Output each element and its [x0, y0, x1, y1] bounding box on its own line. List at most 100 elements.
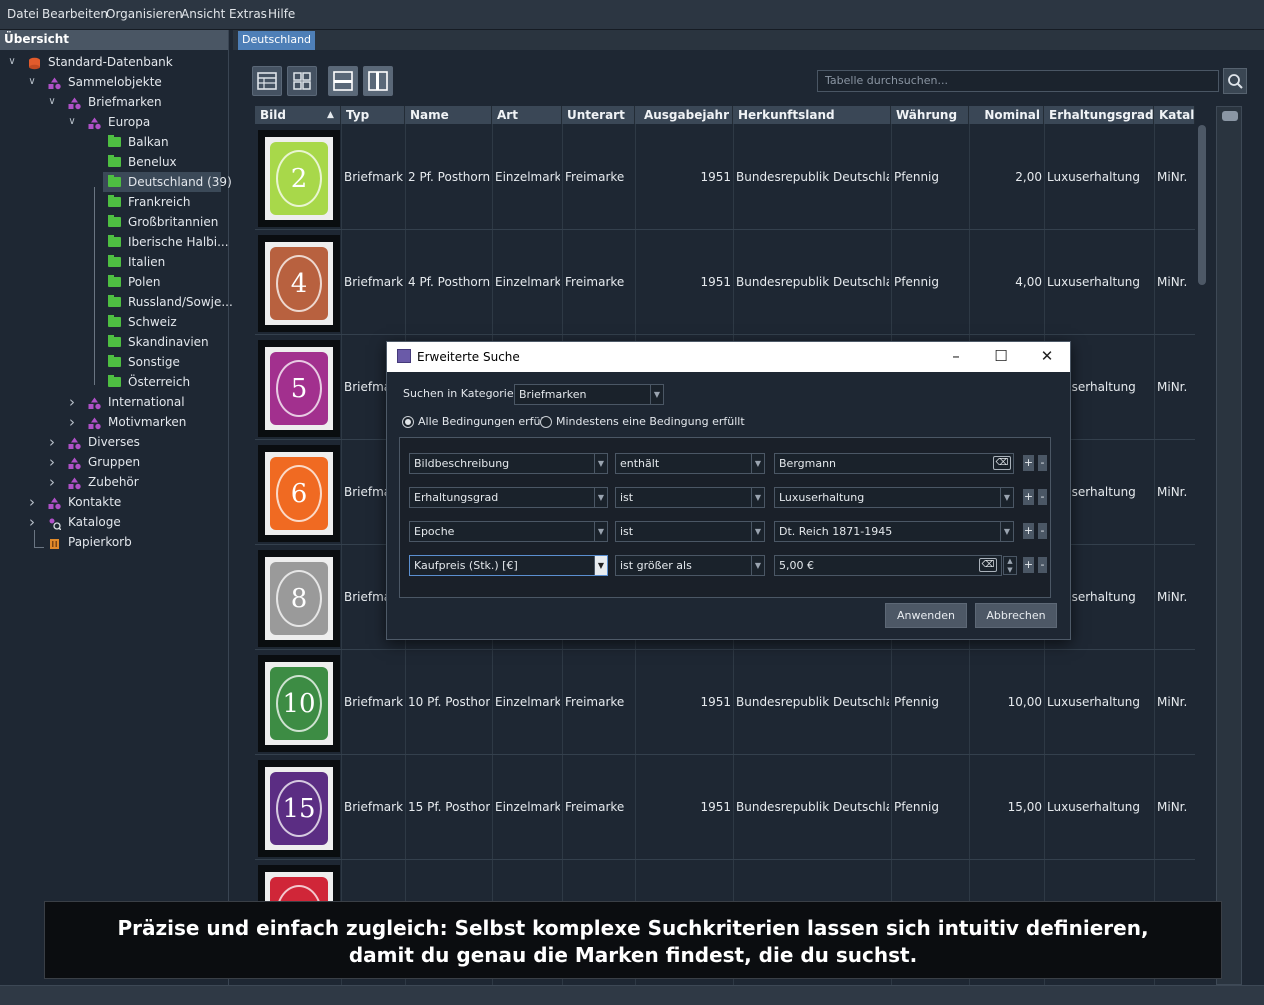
table-row[interactable]: 2 Briefmarke 2 Pf. Posthorn Einzelmarke Frei… — [255, 125, 1195, 230]
menu-datei[interactable]: Datei — [7, 7, 39, 21]
category-select[interactable]: Briefmarken ▼ — [514, 384, 664, 405]
column-header-3[interactable]: Name — [405, 106, 492, 124]
tree-item-11[interactable]: Italien — [0, 252, 229, 272]
menu-ansicht[interactable]: Ansicht — [181, 7, 225, 21]
tree-item-12[interactable]: Polen — [0, 272, 229, 292]
condition-operator-select[interactable]: ist größer als ▼ — [615, 555, 765, 576]
detail-panel-scrollbar[interactable] — [1216, 106, 1242, 985]
chevron-down-icon[interactable]: ▼ — [751, 522, 764, 541]
table-scrollbar-thumb[interactable] — [1198, 125, 1206, 285]
condition-value-field[interactable]: Luxuserhaltung ▼ — [774, 487, 1014, 508]
tree-item-16[interactable]: Sonstige — [0, 352, 229, 372]
column-header-8[interactable]: Währung — [891, 106, 969, 124]
chevron-right-icon[interactable]: › — [46, 432, 58, 452]
split-vertical-button[interactable] — [363, 66, 393, 96]
condition-operator-select[interactable]: ist ▼ — [615, 521, 765, 542]
condition-operator-select[interactable]: ist ▼ — [615, 487, 765, 508]
column-header-4[interactable]: Art — [492, 106, 562, 124]
maximize-icon[interactable]: ☐ — [991, 346, 1011, 366]
chevron-down-icon[interactable]: ▼ — [594, 522, 607, 541]
tree-item-21[interactable]: › Gruppen — [0, 452, 229, 472]
tree-item-3[interactable]: ∨ Briefmarken — [0, 92, 229, 112]
tree-item-22[interactable]: › Zubehör — [0, 472, 229, 492]
detail-panel-scrollbar-thumb[interactable] — [1222, 111, 1238, 121]
tree-item-24[interactable]: › Kataloge — [0, 512, 229, 532]
tree-item-13[interactable]: Russland/Sowje... — [0, 292, 233, 312]
chevron-right-icon[interactable]: › — [26, 492, 38, 512]
column-header-7[interactable]: Herkunftsland — [733, 106, 891, 124]
menu-extras[interactable]: Extras — [229, 7, 267, 21]
radio-all-conditions[interactable] — [402, 416, 414, 428]
chevron-down-icon[interactable]: ▼ — [751, 556, 764, 575]
remove-condition-button[interactable]: - — [1038, 523, 1047, 539]
tree-item-5[interactable]: Balkan — [0, 132, 229, 152]
table-view-button[interactable] — [252, 66, 282, 96]
tree-item-19[interactable]: › Motivmarken — [0, 412, 229, 432]
condition-field-select[interactable]: Bildbeschreibung ▼ — [409, 453, 608, 474]
condition-value-field[interactable]: Bergmann ⌫ — [774, 453, 1014, 474]
search-button[interactable] — [1223, 68, 1247, 94]
add-condition-button[interactable]: + — [1023, 489, 1034, 505]
condition-field-select[interactable]: Erhaltungsgrad ▼ — [409, 487, 608, 508]
tree-item-8[interactable]: Frankreich — [0, 192, 229, 212]
table-row[interactable]: 15 Briefmarke 15 Pf. Posthorn Einzelmarke Fr… — [255, 755, 1195, 860]
tree-item-6[interactable]: Benelux — [0, 152, 229, 172]
menu-organisieren[interactable]: Organisieren — [106, 7, 183, 21]
column-header-2[interactable]: Typ — [341, 106, 405, 124]
chevron-down-icon[interactable]: ∨ — [66, 112, 78, 132]
tree-item-17[interactable]: Österreich — [0, 372, 229, 392]
chevron-down-icon[interactable]: ▼ — [594, 488, 607, 507]
radio-any-condition[interactable] — [540, 416, 552, 428]
table-row[interactable]: 10 Briefmarke 10 Pf. Posthorn Einzelmarke Fr… — [255, 650, 1195, 755]
tree-item-2[interactable]: ∨ Sammelobjekte — [0, 72, 229, 92]
remove-condition-button[interactable]: - — [1038, 489, 1047, 505]
tree-item-20[interactable]: › Diverses — [0, 432, 229, 452]
remove-condition-button[interactable]: - — [1038, 455, 1047, 471]
cancel-button[interactable]: Abbrechen — [975, 603, 1057, 628]
chevron-down-icon[interactable]: ▼ — [751, 488, 764, 507]
tree-item-10[interactable]: Iberische Halbi... — [0, 232, 229, 252]
chevron-down-icon[interactable]: ▼ — [751, 454, 764, 473]
tree-item-18[interactable]: › International — [0, 392, 229, 412]
condition-value-field[interactable]: 5,00 € ▲ ▼ ⌫ — [774, 555, 1017, 576]
search-input[interactable]: Tabelle durchsuchen... — [817, 70, 1219, 92]
chevron-right-icon[interactable]: › — [46, 452, 58, 472]
chevron-down-icon[interactable]: ▼ — [594, 454, 607, 473]
chevron-down-icon[interactable]: ∨ — [46, 92, 58, 112]
condition-field-select[interactable]: Kaufpreis (Stk.) [€] ▼ — [409, 555, 608, 576]
column-header-5[interactable]: Unterart — [562, 106, 635, 124]
apply-button[interactable]: Anwenden — [885, 603, 967, 628]
chevron-down-icon[interactable]: ∨ — [26, 72, 38, 92]
column-header-9[interactable]: Nominal — [969, 106, 1044, 124]
clear-input-icon[interactable]: ⌫ — [993, 456, 1011, 470]
chevron-down-icon[interactable]: ▼ — [1000, 522, 1013, 541]
column-header-11[interactable]: Katal — [1154, 106, 1195, 124]
menu-hilfe[interactable]: Hilfe — [268, 7, 295, 21]
chevron-down-icon[interactable]: ∨ — [6, 52, 18, 72]
tree-item-23[interactable]: › Kontakte — [0, 492, 229, 512]
tree-item-14[interactable]: Schweiz — [0, 312, 229, 332]
menu-bearbeiten[interactable]: Bearbeiten — [42, 7, 108, 21]
condition-field-select[interactable]: Epoche ▼ — [409, 521, 608, 542]
column-header-6[interactable]: Ausgabejahr — [635, 106, 733, 124]
tree-item-1[interactable]: ∨ Standard-Datenbank — [0, 52, 229, 72]
condition-value-field[interactable]: Dt. Reich 1871-1945 ▼ — [774, 521, 1014, 542]
tree-item-7[interactable]: Deutschland (39) — [103, 172, 232, 192]
tree-item-9[interactable]: Großbritannien — [0, 212, 229, 232]
chevron-right-icon[interactable]: › — [46, 472, 58, 492]
add-condition-button[interactable]: + — [1023, 455, 1034, 471]
tab-deutschland[interactable]: Deutschland — [238, 31, 316, 50]
spin-buttons-icon[interactable]: ▲ ▼ — [1003, 556, 1017, 575]
add-condition-button[interactable]: + — [1023, 523, 1034, 539]
close-icon[interactable]: ✕ — [1037, 346, 1057, 366]
minimize-icon[interactable]: – — [946, 346, 966, 366]
tree-item-15[interactable]: Skandinavien — [0, 332, 229, 352]
table-row[interactable]: 4 Briefmarke 4 Pf. Posthorn Einzelmarke Frei… — [255, 230, 1195, 335]
chevron-right-icon[interactable]: › — [66, 412, 78, 432]
chevron-down-icon[interactable]: ▼ — [594, 556, 607, 575]
remove-condition-button[interactable]: - — [1038, 557, 1047, 573]
tree-item-4[interactable]: ∨ Europa — [0, 112, 229, 132]
grid-view-button[interactable] — [287, 66, 317, 96]
chevron-down-icon[interactable]: ▼ — [1000, 488, 1013, 507]
column-header-10[interactable]: Erhaltungsgrad — [1044, 106, 1154, 124]
